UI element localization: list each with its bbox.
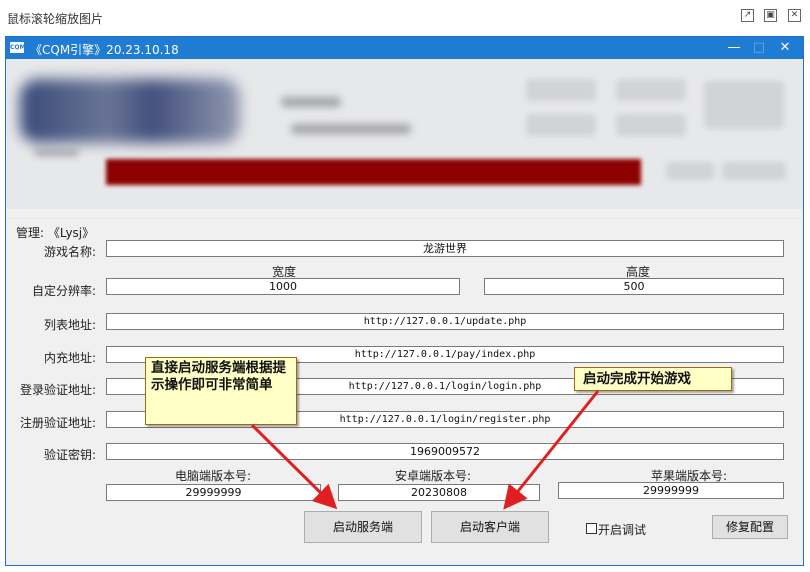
game-name-label: 游戏名称: [43,245,96,259]
list-url-input[interactable]: http://127.0.0.1/update.php [106,313,784,330]
blurred-button [526,114,596,136]
start-server-button[interactable]: 启动服务端 [304,511,422,543]
external-window-icon[interactable]: ↗ [741,9,754,22]
height-input[interactable]: 500 [484,278,784,295]
close-icon[interactable]: ✕ [788,9,801,22]
register-url-label: 注册验证地址: [19,416,96,430]
blurred-header [6,59,803,209]
ios-version-input[interactable]: 29999999 [558,482,784,499]
blurred-button [616,79,686,101]
login-url-label: 登录验证地址: [19,383,96,397]
app-title: 《CQM引擎》20.23.10.18 [30,43,179,57]
pc-version-label: 电脑端版本号: [174,469,252,483]
app-window: CQM 《CQM引擎》20.23.10.18 — □ ✕ 管理: 《Lysj》 … [5,36,804,566]
pc-version-input[interactable]: 29999999 [106,484,321,501]
app-title-bar: CQM 《CQM引擎》20.23.10.18 — □ ✕ [6,37,803,59]
blurred-button [704,81,784,129]
maximize-icon[interactable]: ▣ [764,9,777,22]
android-version-label: 安卓端版本号: [394,469,472,483]
admin-label: 管理: 《Lysj》 [16,226,95,240]
pay-url-label: 内充地址: [43,351,96,365]
game-name-input[interactable]: 龙游世界 [106,240,784,257]
start-client-button[interactable]: 启动客户端 [431,511,549,543]
blurred-text [281,97,341,107]
image-viewer-bar: 鼠标滚轮缩放图片 ↗ ▣ ✕ [0,0,810,34]
callout-start-game-note: 启动完成开始游戏 [574,367,732,391]
viewer-title: 鼠标滚轮缩放图片 [7,12,104,26]
blurred-button [526,79,596,101]
android-version-input[interactable]: 20230808 [338,484,540,501]
width-input[interactable]: 1000 [106,278,460,295]
callout-start-server-note: 直接启动服务端根据提示操作即可非常简单 [145,357,297,425]
progress-bar [106,159,641,185]
debug-checkbox-label: 开启调试 [598,523,647,537]
blurred-logo [20,79,240,143]
blurred-button [666,162,714,180]
verify-key-label: 验证密钥: [43,448,96,462]
debug-checkbox[interactable] [586,523,597,534]
blurred-text [291,124,411,134]
blurred-button [616,114,686,136]
resolution-label: 自定分辨率: [31,284,96,298]
config-panel: 管理: 《Lysj》 游戏名称: 龙游世界 宽度 高度 自定分辨率: 1000 … [6,219,803,565]
blurred-button [722,162,786,180]
fix-config-button[interactable]: 修复配置 [712,515,788,539]
list-url-label: 列表地址: [43,318,96,332]
verify-key-input[interactable]: 1969009572 [106,443,784,460]
app-logo-icon: CQM [10,42,26,53]
close-button[interactable]: ✕ [770,39,800,57]
blurred-text [34,149,79,156]
